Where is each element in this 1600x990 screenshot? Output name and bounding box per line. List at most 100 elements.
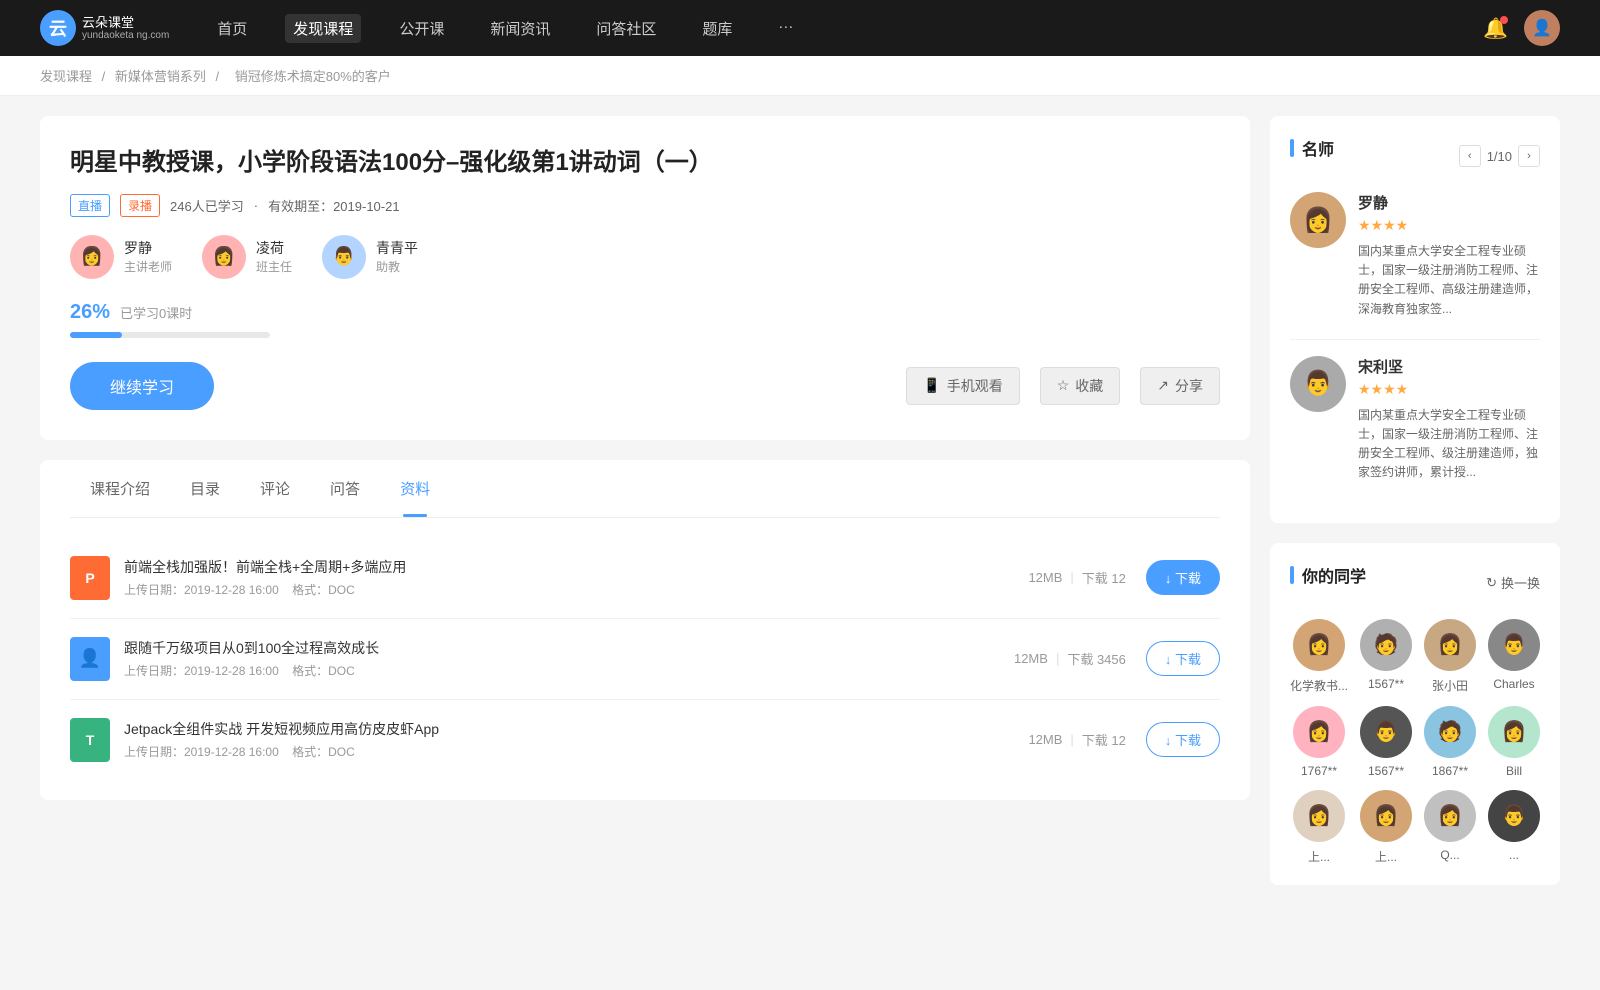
content-area: 明星中教授课，小学阶段语法100分–强化级第1讲动词（一） 直播 录播 246人… [40, 116, 1250, 905]
teacher-name-0: 罗静 [124, 238, 172, 258]
classmate-3: 👨 Charles [1488, 619, 1540, 694]
student-count: 246人已学习 [170, 196, 244, 215]
sidebar-teacher-name-1: 宋利坚 [1358, 356, 1540, 377]
refresh-button[interactable]: ↻ 换一换 [1486, 573, 1540, 592]
classmate-avatar-8: 👩 [1293, 790, 1345, 842]
classmate-name-8: 上... [1308, 848, 1330, 865]
continue-learning-button[interactable]: 继续学习 [70, 362, 214, 410]
teacher-pagination: ‹ 1/10 › [1459, 145, 1540, 167]
file-stats-1: 12MB | 下载 3456 [1014, 649, 1126, 668]
badge-record: 录播 [120, 194, 160, 217]
nav-item-more[interactable]: ··· [770, 14, 801, 43]
classmate-name-4: 1767** [1301, 764, 1337, 778]
course-actions: 继续学习 📱 手机观看 ☆ 收藏 ↗ 分享 [70, 362, 1220, 410]
valid-until: 有效期至：2019-10-21 [268, 196, 400, 215]
teacher-role-1: 班主任 [256, 258, 292, 275]
teacher-role-2: 助教 [376, 258, 418, 275]
classmate-name-0: 化学教书... [1290, 677, 1348, 694]
file-info-2: Jetpack全组件实战 开发短视频应用高仿皮皮虾App 上传日期：2019-1… [124, 719, 1028, 760]
progress-bar-bg [70, 332, 270, 338]
prev-teacher-button[interactable]: ‹ [1459, 145, 1481, 167]
classmate-name-6: 1867** [1432, 764, 1468, 778]
file-item-2: T Jetpack全组件实战 开发短视频应用高仿皮皮虾App 上传日期：2019… [70, 700, 1220, 780]
tab-materials[interactable]: 资料 [380, 460, 450, 517]
mobile-watch-button[interactable]: 📱 手机观看 [906, 367, 1019, 405]
progress-percentage: 26% [70, 301, 110, 324]
nav-item-qa[interactable]: 问答社区 [588, 14, 664, 43]
file-icon-0: P [70, 556, 110, 600]
download-button-1[interactable]: ↓ 下载 [1146, 641, 1220, 676]
teachers-list: 👩 罗静 主讲老师 👩 凌荷 班主任 👨 青青平 [70, 235, 1220, 279]
file-info-0: 前端全栈加强版！前端全栈+全周期+多端应用 上传日期：2019-12-28 16… [124, 557, 1028, 598]
nav-item-quiz[interactable]: 题库 [694, 14, 740, 43]
sidebar-teacher-avatar-1: 👨 [1290, 356, 1346, 412]
nav-item-open[interactable]: 公开课 [391, 14, 452, 43]
classmate-1: 🧑 1567** [1360, 619, 1412, 694]
sidebar-teacher-stars-1: ★★★★ [1358, 381, 1540, 398]
teacher-name-1: 凌荷 [256, 238, 292, 258]
share-icon: ↗ [1157, 377, 1169, 394]
tab-review[interactable]: 评论 [240, 460, 310, 517]
sidebar-teacher-avatar-0: 👩 [1290, 192, 1346, 248]
nav-item-discover[interactable]: 发现课程 [285, 14, 361, 43]
logo-text: 云朵课堂 yundaoketa ng.com [82, 15, 169, 42]
download-button-2[interactable]: ↓ 下载 [1146, 722, 1220, 757]
user-avatar[interactable]: 👤 [1524, 10, 1560, 46]
star-icon: ☆ [1057, 377, 1070, 394]
teacher-avatar-1: 👩 [202, 235, 246, 279]
classmate-avatar-9: 👩 [1360, 790, 1412, 842]
pagination-info: 1/10 [1487, 149, 1512, 164]
tab-catalog[interactable]: 目录 [170, 460, 240, 517]
classmates-header: 你的同学 ↻ 换一换 [1290, 563, 1540, 603]
classmate-avatar-2: 👩 [1424, 619, 1476, 671]
sidebar-teacher-name-0: 罗静 [1358, 192, 1540, 213]
share-button[interactable]: ↗ 分享 [1140, 367, 1220, 405]
sidebar-teacher-info-1: 宋利坚 ★★★★ 国内某重点大学安全工程专业硕士，国家一级注册消防工程师、注册安… [1358, 356, 1540, 483]
badge-live: 直播 [70, 194, 110, 217]
classmate-avatar-1: 🧑 [1360, 619, 1412, 671]
mobile-icon: 📱 [923, 377, 940, 394]
classmate-avatar-6: 🧑 [1424, 706, 1476, 758]
download-button-0[interactable]: ↓ 下载 [1146, 560, 1220, 595]
separator: · [254, 198, 258, 213]
teacher-item-2: 👨 青青平 助教 [322, 235, 418, 279]
breadcrumb-current: 销冠修炼术搞定80%的客户 [235, 69, 391, 84]
classmate-avatar-0: 👩 [1293, 619, 1345, 671]
course-meta: 直播 录播 246人已学习 · 有效期至：2019-10-21 [70, 194, 1220, 217]
breadcrumb-discover[interactable]: 发现课程 [40, 69, 92, 84]
progress-section: 26% 已学习0课时 [70, 301, 1220, 338]
classmate-avatar-4: 👩 [1293, 706, 1345, 758]
logo-icon: 云 [40, 10, 76, 46]
teachers-sidebar-card: 名师 ‹ 1/10 › 👩 罗静 ★★★★ 国内某重点大学安全工程专业硕士，国家… [1270, 116, 1560, 523]
classmate-name-1: 1567** [1368, 677, 1404, 691]
nav-right: 🔔 👤 [1483, 10, 1560, 46]
teacher-item-1: 👩 凌荷 班主任 [202, 235, 292, 279]
next-teacher-button[interactable]: › [1518, 145, 1540, 167]
file-name-2: Jetpack全组件实战 开发短视频应用高仿皮皮虾App [124, 719, 1028, 739]
file-icon-1: 👤 [70, 637, 110, 681]
teacher-item-0: 👩 罗静 主讲老师 [70, 235, 172, 279]
bell-icon[interactable]: 🔔 [1483, 16, 1508, 41]
classmate-4: 👩 1767** [1290, 706, 1348, 778]
sidebar-teacher-0: 👩 罗静 ★★★★ 国内某重点大学安全工程专业硕士，国家一级注册消防工程师、注册… [1290, 192, 1540, 319]
share-label: 分享 [1175, 376, 1203, 396]
file-meta-2: 上传日期：2019-12-28 16:00 格式：DOC [124, 743, 1028, 760]
breadcrumb-series[interactable]: 新媒体营销系列 [115, 69, 206, 84]
classmates-sidebar-card: 你的同学 ↻ 换一换 👩 化学教书... 🧑 1567** 👩 [1270, 543, 1560, 885]
classmate-10: 👩 Q... [1424, 790, 1476, 865]
nav-item-home[interactable]: 首页 [209, 14, 255, 43]
teacher-avatar-0: 👩 [70, 235, 114, 279]
teachers-section-title: 名师 [1290, 136, 1334, 160]
tab-qa[interactable]: 问答 [310, 460, 380, 517]
teachers-header: 名师 ‹ 1/10 › [1290, 136, 1540, 176]
classmate-7: 👩 Bill [1488, 706, 1540, 778]
classmate-avatar-10: 👩 [1424, 790, 1476, 842]
tab-intro[interactable]: 课程介绍 [70, 460, 170, 517]
nav-item-news[interactable]: 新闻资讯 [482, 14, 558, 43]
file-stats-2: 12MB | 下载 12 [1028, 730, 1125, 749]
logo[interactable]: 云 云朵课堂 yundaoketa ng.com [40, 10, 169, 46]
sidebar-teacher-stars-0: ★★★★ [1358, 217, 1540, 234]
sidebar-teacher-info-0: 罗静 ★★★★ 国内某重点大学安全工程专业硕士，国家一级注册消防工程师、注册安全… [1358, 192, 1540, 319]
collect-button[interactable]: ☆ 收藏 [1040, 367, 1121, 405]
navigation: 云 云朵课堂 yundaoketa ng.com 首页 发现课程 公开课 新闻资… [0, 0, 1600, 56]
